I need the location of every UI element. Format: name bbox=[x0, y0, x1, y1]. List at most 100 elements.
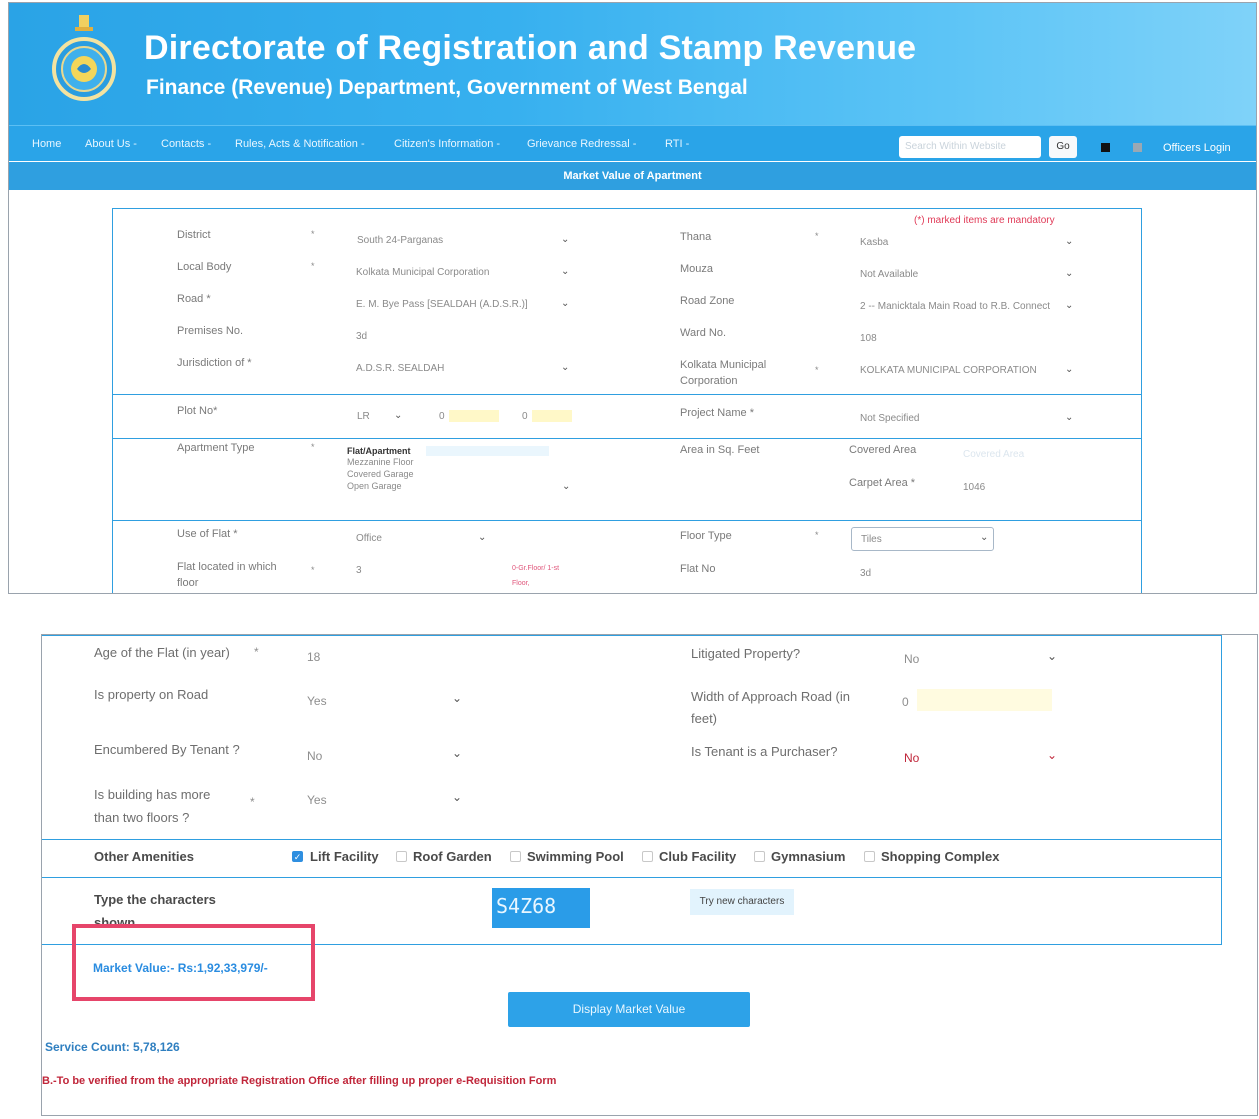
divider bbox=[42, 877, 1221, 878]
plot-type-select[interactable]: LR bbox=[357, 411, 370, 422]
thana-asterisk: * bbox=[815, 231, 819, 241]
nav-contacts[interactable]: Contacts - bbox=[161, 138, 211, 150]
approach-label-line2: feet) bbox=[691, 711, 718, 726]
swimming-pool-label: Swimming Pool bbox=[527, 849, 624, 864]
site-search-input[interactable]: Search Within Website bbox=[899, 136, 1041, 158]
nav-about-us[interactable]: About Us - bbox=[85, 138, 137, 150]
district-select[interactable]: South 24-Parganas bbox=[357, 235, 443, 246]
age-label: Age of the Flat (in year) bbox=[94, 645, 230, 660]
flat-no-input[interactable]: 3d bbox=[860, 568, 871, 579]
swimming-pool-checkbox[interactable] bbox=[510, 851, 521, 862]
apartment-form-bottom: Age of the Flat (in year) * 18 Litigated… bbox=[42, 635, 1222, 945]
project-label: Project Name * bbox=[680, 407, 754, 419]
contrast-grey-icon[interactable] bbox=[1133, 143, 1142, 152]
officers-login-link[interactable]: Officers Login bbox=[1163, 142, 1231, 154]
top-screenshot-panel: Directorate of Registration and Stamp Re… bbox=[8, 2, 1257, 594]
site-subtitle: Finance (Revenue) Department, Government… bbox=[146, 76, 748, 99]
try-new-characters-button[interactable]: Try new characters bbox=[690, 889, 794, 915]
plot-number-input-1[interactable]: 0 bbox=[439, 411, 445, 422]
mouza-select[interactable]: Not Available bbox=[860, 269, 918, 280]
use-of-flat-select[interactable]: Office bbox=[356, 533, 382, 544]
carpet-area-label: Carpet Area * bbox=[849, 477, 916, 489]
floors-select[interactable]: Yes bbox=[307, 793, 327, 807]
site-title: Directorate of Registration and Stamp Re… bbox=[144, 29, 917, 67]
apartment-option[interactable]: Covered Garage bbox=[347, 469, 414, 479]
chevron-down-icon: ⌄ bbox=[1065, 268, 1074, 279]
purchaser-select[interactable]: No bbox=[904, 751, 919, 765]
project-select[interactable]: Not Specified bbox=[860, 413, 919, 424]
apartment-type-label: Apartment Type bbox=[177, 442, 255, 454]
kmc-select[interactable]: KOLKATA MUNICIPAL CORPORATION bbox=[860, 365, 1037, 376]
roof-garden-checkbox[interactable] bbox=[396, 851, 407, 862]
floor-type-value: Tiles bbox=[861, 534, 882, 545]
mouza-label: Mouza bbox=[680, 263, 714, 275]
plot-number-highlight bbox=[449, 410, 499, 422]
market-value-highlight-box bbox=[72, 924, 315, 1001]
club-facility-checkbox[interactable] bbox=[642, 851, 653, 862]
on-road-label: Is property on Road bbox=[94, 687, 209, 702]
carpet-area-input[interactable]: 1046 bbox=[963, 482, 985, 493]
litigated-label: Litigated Property? bbox=[691, 646, 801, 661]
lift-facility-label: Lift Facility bbox=[310, 849, 379, 864]
age-asterisk: * bbox=[254, 645, 259, 659]
chevron-down-icon: ⌄ bbox=[452, 746, 463, 760]
nav-home[interactable]: Home bbox=[32, 138, 61, 150]
flat-floor-label-line1: Flat located in which bbox=[177, 561, 277, 573]
flat-floor-asterisk: * bbox=[311, 565, 315, 575]
nav-grievance[interactable]: Grievance Redressal - bbox=[527, 138, 636, 150]
plot-label: Plot No* bbox=[177, 405, 218, 417]
chevron-down-icon: ⌄ bbox=[561, 362, 570, 373]
floor-type-select[interactable]: Tiles ⌄ bbox=[851, 527, 994, 551]
kmc-label-line2: Corporation bbox=[680, 375, 738, 387]
flat-floor-hint: 0-Gr.Floor/ 1-st bbox=[512, 565, 560, 572]
nav-rules-acts[interactable]: Rules, Acts & Notification - bbox=[235, 138, 365, 150]
ward-label: Ward No. bbox=[680, 327, 727, 339]
ward-input[interactable]: 108 bbox=[860, 333, 877, 344]
apartment-option-selected[interactable]: Flat/Apartment bbox=[347, 446, 411, 456]
floor-type-asterisk: * bbox=[815, 530, 819, 540]
lift-facility-checkbox[interactable]: ✓ bbox=[292, 851, 303, 862]
covered-area-label: Covered Area bbox=[849, 444, 917, 456]
amenities-label: Other Amenities bbox=[94, 849, 194, 864]
kmc-label-line1: Kolkata Municipal bbox=[680, 359, 767, 371]
premises-input[interactable]: 3d bbox=[356, 331, 367, 342]
club-facility-label: Club Facility bbox=[659, 849, 737, 864]
jurisdiction-label: Jurisdiction of * bbox=[177, 357, 252, 369]
floors-asterisk: * bbox=[250, 795, 255, 809]
floors-label-line1: Is building has more bbox=[94, 787, 211, 802]
apartment-option[interactable]: Open Garage bbox=[347, 481, 402, 491]
jurisdiction-select[interactable]: A.D.S.R. SEALDAH bbox=[356, 363, 444, 374]
flat-floor-input[interactable]: 3 bbox=[356, 565, 362, 576]
approach-width-input[interactable]: 0 bbox=[902, 695, 909, 709]
litigated-select[interactable]: No bbox=[904, 652, 919, 666]
thana-label: Thana bbox=[680, 231, 712, 243]
input-highlight bbox=[917, 689, 1052, 711]
display-market-value-button[interactable]: Display Market Value bbox=[508, 992, 750, 1027]
west-bengal-emblem-icon bbox=[52, 15, 116, 101]
nav-rti[interactable]: RTI - bbox=[665, 138, 689, 150]
nav-citizens-info[interactable]: Citizen's Information - bbox=[394, 138, 500, 150]
age-input[interactable]: 18 bbox=[307, 650, 320, 664]
contrast-dark-icon[interactable] bbox=[1101, 143, 1110, 152]
chevron-down-icon: ⌄ bbox=[1065, 236, 1074, 247]
local-body-asterisk: * bbox=[311, 261, 315, 271]
plot-number-highlight bbox=[532, 410, 572, 422]
chevron-down-icon: ⌄ bbox=[980, 532, 989, 543]
thana-select[interactable]: Kasba bbox=[860, 237, 888, 248]
local-body-select[interactable]: Kolkata Municipal Corporation bbox=[356, 267, 489, 278]
search-go-button[interactable]: Go bbox=[1049, 136, 1077, 158]
flat-no-label: Flat No bbox=[680, 563, 716, 575]
site-header: Directorate of Registration and Stamp Re… bbox=[9, 3, 1256, 125]
plot-number-input-2[interactable]: 0 bbox=[522, 411, 528, 422]
road-zone-select[interactable]: 2 -- Manicktala Main Road to R.B. Connec… bbox=[860, 301, 1050, 312]
apartment-option[interactable]: Mezzanine Floor bbox=[347, 457, 414, 467]
road-select[interactable]: E. M. Bye Pass [SEALDAH (A.D.S.R.)] bbox=[356, 299, 528, 310]
tenant-select[interactable]: No bbox=[307, 749, 322, 763]
on-road-select[interactable]: Yes bbox=[307, 694, 327, 708]
gymnasium-checkbox[interactable] bbox=[754, 851, 765, 862]
local-body-label: Local Body bbox=[177, 261, 232, 273]
shopping-complex-checkbox[interactable] bbox=[864, 851, 875, 862]
chevron-down-icon: ⌄ bbox=[1047, 649, 1058, 663]
covered-area-input[interactable]: Covered Area bbox=[963, 449, 1024, 460]
road-zone-label: Road Zone bbox=[680, 295, 735, 307]
